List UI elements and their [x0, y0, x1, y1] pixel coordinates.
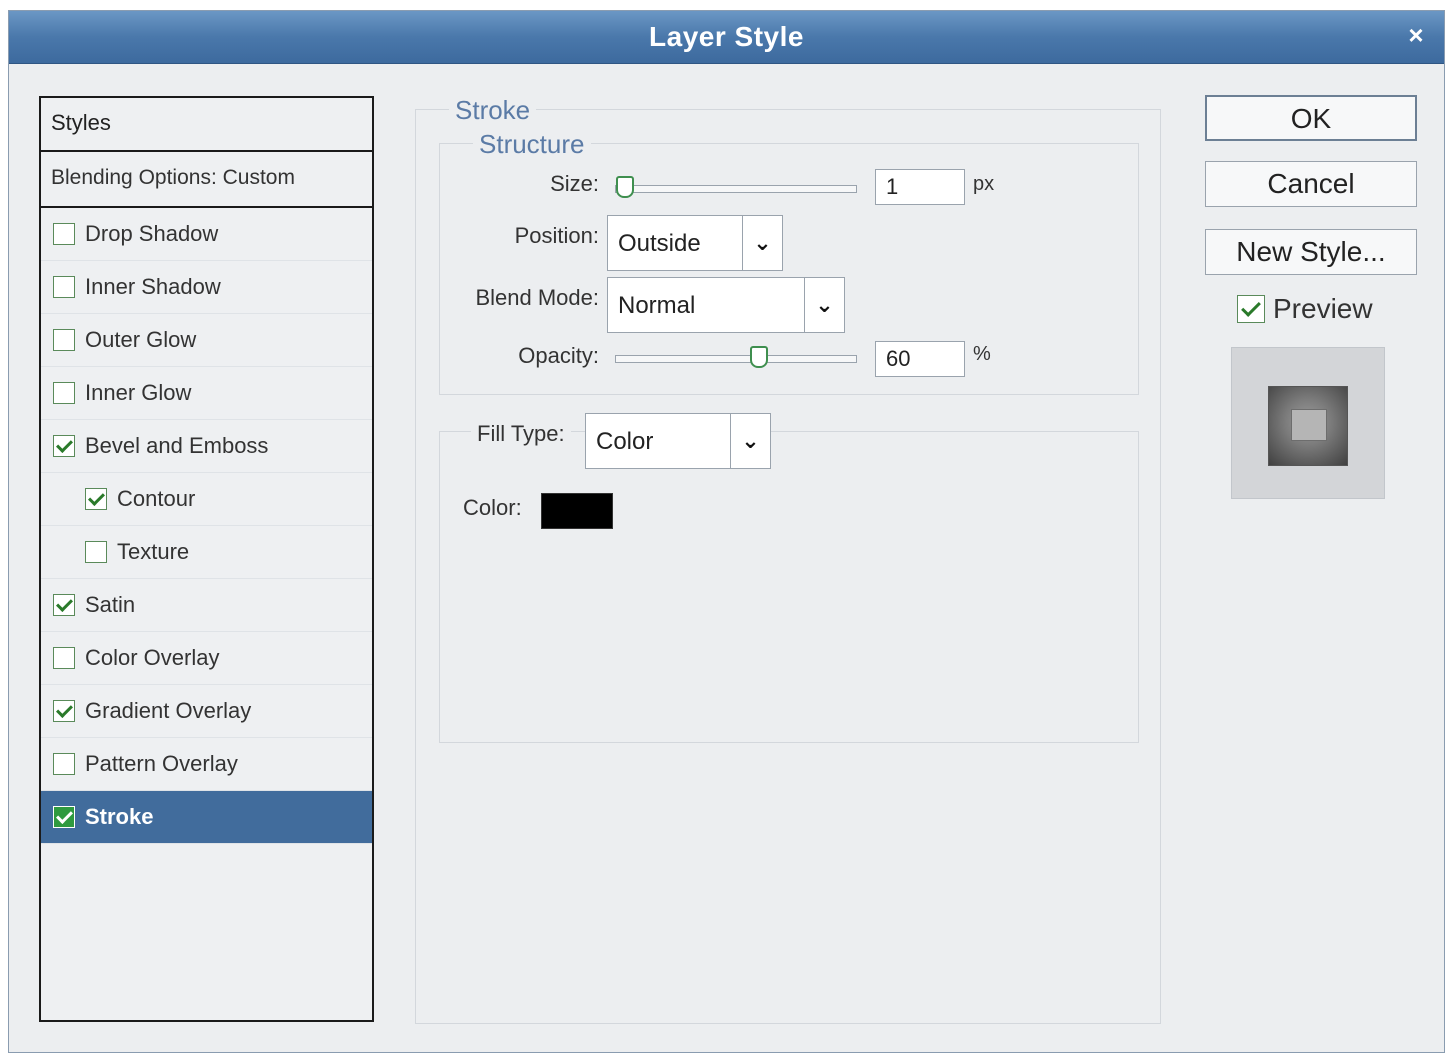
layer-style-dialog: Layer Style × Styles Blending Options: C…	[8, 10, 1445, 1053]
style-item-drop-shadow[interactable]: Drop Shadow	[41, 208, 372, 261]
preview-toggle[interactable]: Preview	[1237, 293, 1373, 325]
blending-options-item[interactable]: Blending Options: Custom	[41, 152, 372, 208]
style-checkbox[interactable]	[85, 488, 107, 510]
preview-checkbox[interactable]	[1237, 295, 1265, 323]
stroke-section-title: Stroke	[449, 95, 537, 126]
style-checkbox[interactable]	[53, 594, 75, 616]
style-checkbox[interactable]	[85, 541, 107, 563]
size-unit: px	[973, 173, 995, 195]
style-item-bevel-and-emboss[interactable]: Bevel and Emboss	[41, 420, 372, 473]
chevron-down-icon[interactable]: ⌄	[742, 216, 782, 270]
style-item-inner-shadow[interactable]: Inner Shadow	[41, 261, 372, 314]
size-label: Size:	[550, 171, 599, 196]
style-item-gradient-overlay[interactable]: Gradient Overlay	[41, 685, 372, 738]
style-item-color-overlay[interactable]: Color Overlay	[41, 632, 372, 685]
style-item-label: Satin	[85, 592, 136, 617]
preview-label: Preview	[1273, 293, 1373, 324]
style-item-label: Inner Shadow	[85, 274, 221, 299]
style-item-label: Outer Glow	[85, 327, 197, 352]
styles-list: Styles Blending Options: Custom Drop Sha…	[39, 96, 374, 1022]
style-item-label: Contour	[117, 486, 196, 511]
title-bar[interactable]: Layer Style ×	[9, 11, 1444, 64]
style-item-label: Stroke	[85, 804, 154, 829]
color-label: Color:	[463, 495, 522, 520]
style-item-label: Texture	[117, 539, 190, 564]
close-icon[interactable]: ×	[1402, 21, 1430, 49]
chevron-down-icon[interactable]: ⌄	[730, 414, 770, 468]
style-item-pattern-overlay[interactable]: Pattern Overlay	[41, 738, 372, 791]
structure-title: Structure	[473, 129, 591, 160]
color-swatch[interactable]	[541, 493, 613, 529]
style-item-label: Bevel and Emboss	[85, 433, 269, 458]
style-checkbox[interactable]	[53, 647, 75, 669]
size-slider-thumb-icon[interactable]	[616, 176, 634, 198]
opacity-label: Opacity:	[518, 343, 599, 368]
style-checkbox[interactable]	[53, 382, 75, 404]
style-checkbox[interactable]	[53, 700, 75, 722]
position-select[interactable]: Outside ⌄	[607, 215, 783, 271]
opacity-unit: %	[973, 343, 991, 365]
style-item-label: Gradient Overlay	[85, 698, 252, 723]
chevron-down-icon[interactable]: ⌄	[804, 278, 844, 332]
style-item-label: Drop Shadow	[85, 221, 219, 246]
style-checkbox[interactable]	[53, 753, 75, 775]
position-label: Position:	[514, 223, 599, 248]
style-item-label: Pattern Overlay	[85, 751, 238, 776]
fill-type-value: Color	[596, 428, 654, 455]
styles-header[interactable]: Styles	[41, 98, 372, 152]
style-checkbox[interactable]	[53, 223, 75, 245]
size-slider[interactable]	[615, 176, 857, 198]
style-item-texture[interactable]: Texture	[41, 526, 372, 579]
style-checkbox[interactable]	[53, 276, 75, 298]
blend-mode-value: Normal	[618, 292, 696, 319]
fill-type-label: Fill Type:	[471, 421, 571, 447]
style-item-label: Inner Glow	[85, 380, 192, 405]
opacity-slider[interactable]	[615, 346, 857, 368]
style-preview	[1231, 347, 1385, 499]
style-thumbnail	[1268, 386, 1348, 466]
style-item-stroke[interactable]: Stroke	[41, 791, 372, 844]
opacity-slider-thumb-icon[interactable]	[750, 346, 769, 368]
cancel-button[interactable]: Cancel	[1205, 161, 1417, 207]
opacity-input[interactable]: 60	[875, 341, 965, 377]
dialog-title: Layer Style	[649, 21, 804, 52]
blend-mode-select[interactable]: Normal ⌄	[607, 277, 845, 333]
position-value: Outside	[618, 230, 701, 257]
style-item-inner-glow[interactable]: Inner Glow	[41, 367, 372, 420]
style-checkbox[interactable]	[53, 435, 75, 457]
new-style-button[interactable]: New Style...	[1205, 229, 1417, 275]
size-input[interactable]: 1	[875, 169, 965, 205]
fill-type-select[interactable]: Color ⌄	[585, 413, 771, 469]
style-item-label: Color Overlay	[85, 645, 220, 670]
style-checkbox[interactable]	[53, 806, 75, 828]
ok-button[interactable]: OK	[1205, 95, 1417, 141]
style-checkbox[interactable]	[53, 329, 75, 351]
blend-mode-label: Blend Mode:	[475, 285, 599, 310]
style-item-outer-glow[interactable]: Outer Glow	[41, 314, 372, 367]
style-item-contour[interactable]: Contour	[41, 473, 372, 526]
fill-group	[439, 431, 1139, 743]
style-item-satin[interactable]: Satin	[41, 579, 372, 632]
